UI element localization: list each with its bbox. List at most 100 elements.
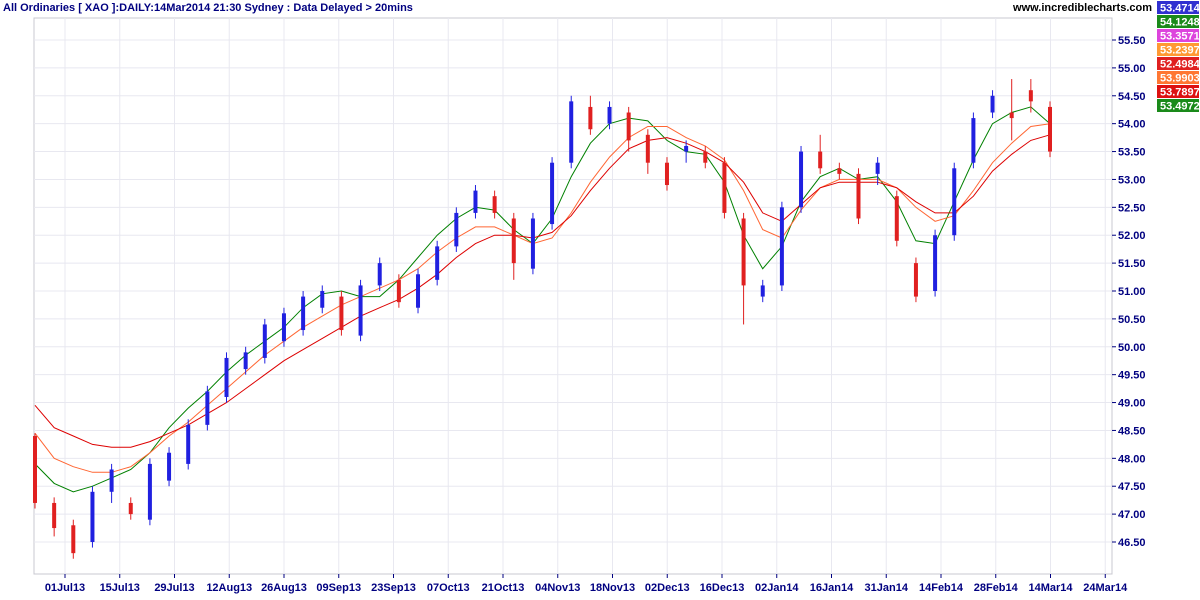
- candle-body: [358, 285, 363, 336]
- x-tick-label: 16Jan14: [810, 582, 854, 594]
- candle-body: [205, 391, 210, 425]
- candle-body: [913, 263, 918, 297]
- candle-body: [799, 151, 804, 208]
- y-tick-label: 49.50: [1118, 370, 1146, 382]
- candle-body: [952, 168, 957, 236]
- y-tick-label: 52.00: [1118, 230, 1146, 242]
- x-tick-label: 24Mar14: [1083, 582, 1128, 594]
- candle-body: [607, 106, 612, 124]
- candle-body: [856, 173, 861, 219]
- candle-body: [664, 162, 669, 186]
- candle-body: [339, 296, 344, 331]
- x-tick-label: 15Jul13: [100, 582, 140, 594]
- price-label: 53.4972: [1160, 101, 1200, 113]
- price-label: 52.4984: [1160, 59, 1200, 71]
- candle-body: [588, 106, 593, 130]
- x-tick-label: 26Aug13: [261, 582, 307, 594]
- price-label: 54.1248: [1160, 17, 1200, 29]
- candle-body: [703, 151, 708, 163]
- y-tick-label: 50.00: [1118, 342, 1146, 354]
- candle-body: [569, 101, 574, 163]
- candle-body: [147, 463, 152, 520]
- candle-body: [741, 218, 746, 286]
- candle-body: [33, 436, 37, 503]
- x-tick-label: 16Dec13: [700, 582, 745, 594]
- candle-body: [760, 285, 765, 297]
- y-tick-label: 46.50: [1118, 537, 1146, 549]
- candle-body: [894, 196, 899, 241]
- candle-body: [454, 212, 459, 247]
- candle-body: [722, 162, 727, 213]
- x-tick-label: 14Mar14: [1028, 582, 1073, 594]
- candle-body: [224, 357, 229, 397]
- x-tick-label: 23Sep13: [371, 582, 416, 594]
- candle-body: [186, 424, 191, 464]
- y-tick-label: 47.50: [1118, 481, 1146, 493]
- price-label: 53.4714: [1160, 3, 1200, 15]
- x-tick-label: 28Feb14: [974, 582, 1019, 594]
- y-tick-label: 47.00: [1118, 509, 1146, 521]
- candle-body: [473, 190, 478, 213]
- candle-body: [128, 502, 133, 515]
- price-label: 53.7897: [1160, 87, 1200, 99]
- candle-body: [301, 296, 306, 331]
- candle-body: [933, 235, 938, 291]
- candle-body: [1048, 106, 1052, 152]
- x-tick-label: 12Aug13: [206, 582, 252, 594]
- x-tick-label: 09Sep13: [316, 582, 361, 594]
- price-chart: 46.50 47.00 47.50 48.00 48.50 49.00 49.50 50.00…: [33, 1, 1200, 594]
- y-tick-label: 49.00: [1118, 398, 1146, 410]
- x-tick-label: 07Oct13: [427, 582, 470, 594]
- candle-body: [281, 313, 286, 342]
- y-tick-label: 51.50: [1118, 258, 1146, 270]
- x-tick-label: 01Jul13: [45, 582, 85, 594]
- y-tick-label: 53.00: [1118, 174, 1146, 186]
- candle-body: [377, 263, 382, 286]
- candle-body: [262, 324, 267, 358]
- x-tick-label: 14Feb14: [919, 582, 964, 594]
- candle-body: [971, 118, 976, 163]
- candle-body: [435, 246, 440, 280]
- candle-body: [511, 218, 516, 264]
- candle-body: [90, 491, 95, 542]
- y-tick-label: 48.50: [1118, 425, 1146, 437]
- candle-body: [1009, 112, 1014, 119]
- candle-body: [684, 145, 689, 152]
- candle-body: [1028, 90, 1033, 102]
- x-tick-label: 02Jan14: [755, 582, 799, 594]
- y-tick-label: 50.50: [1118, 314, 1146, 326]
- y-tick-label: 48.00: [1118, 453, 1146, 465]
- candle-body: [818, 151, 823, 169]
- chart-root: All Ordinaries [ XAO ]:DAILY:14Mar2014 2…: [0, 0, 1200, 600]
- candle-body: [492, 196, 497, 213]
- price-label: 53.9903: [1160, 73, 1200, 85]
- y-tick-label: 55.50: [1118, 35, 1146, 47]
- x-tick-label: 18Nov13: [590, 582, 635, 594]
- candle-body: [167, 452, 172, 481]
- x-tick-label: 29Jul13: [154, 582, 194, 594]
- price-label: 53.2397: [1160, 45, 1200, 57]
- y-tick-label: 52.50: [1118, 202, 1146, 214]
- candle-body: [626, 112, 631, 141]
- candle-body: [109, 469, 114, 492]
- candle-body: [779, 207, 784, 286]
- candle-body: [71, 525, 76, 554]
- price-label: 53.3571: [1160, 31, 1200, 43]
- y-tick-label: 54.00: [1118, 119, 1146, 131]
- candle-body: [243, 352, 248, 370]
- x-tick-label: 31Jan14: [865, 582, 909, 594]
- candle-body: [416, 274, 421, 308]
- candle-body: [645, 134, 650, 163]
- x-tick-label: 21Oct13: [482, 582, 525, 594]
- candle-body: [990, 95, 995, 113]
- candle-body: [550, 162, 555, 225]
- y-tick-label: 51.00: [1118, 286, 1146, 298]
- y-tick-label: 55.00: [1118, 63, 1146, 75]
- candle-body: [320, 291, 325, 308]
- candle-body: [875, 162, 880, 174]
- candle-body: [837, 168, 842, 174]
- x-tick-label: 02Dec13: [645, 582, 690, 594]
- candle-body: [52, 502, 57, 529]
- y-tick-label: 53.50: [1118, 147, 1146, 159]
- candle-body: [530, 218, 535, 269]
